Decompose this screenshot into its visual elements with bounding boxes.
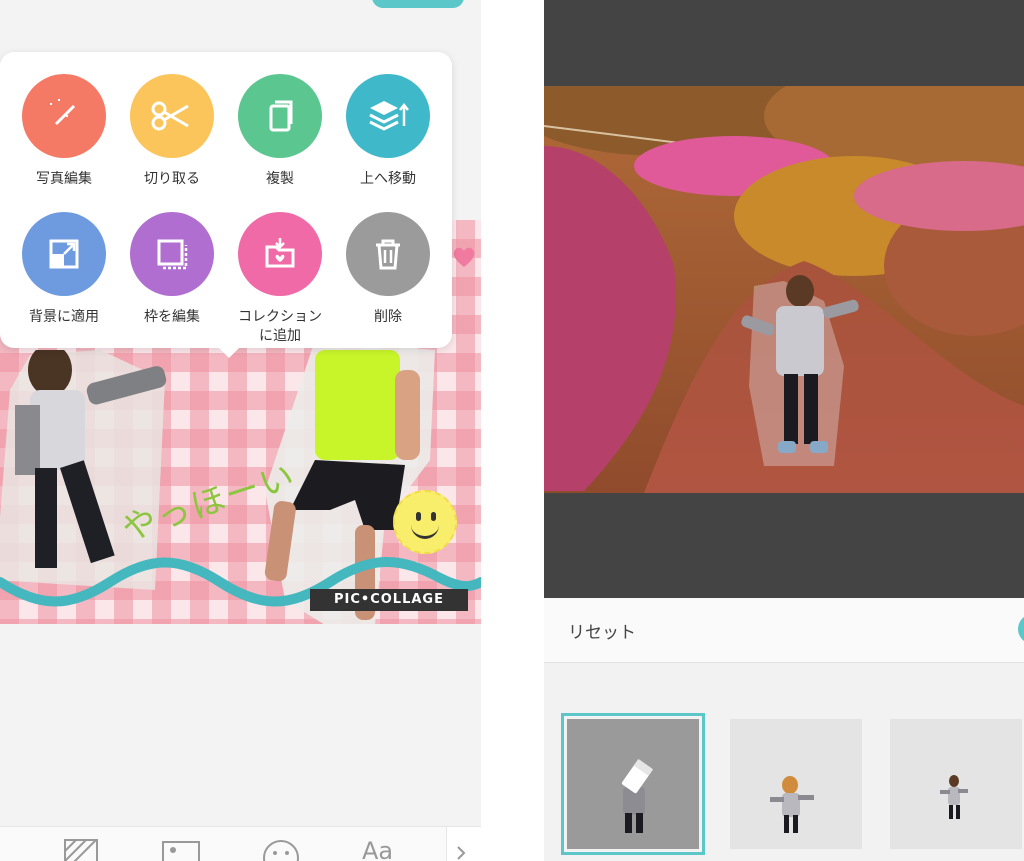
move-up-button[interactable]: 上へ移動: [334, 74, 442, 189]
add-to-collection-button[interactable]: コレクション に追加: [226, 212, 334, 346]
done-button[interactable]: [372, 0, 464, 8]
cut-button[interactable]: 切り取る: [118, 74, 226, 189]
garden-photo-preview[interactable]: [544, 86, 1024, 493]
delete-label: 削除: [374, 309, 402, 325]
cutout-options: [544, 663, 1024, 861]
cut-label: 切り取る: [144, 171, 200, 187]
small-thumb[interactable]: [890, 719, 1022, 849]
photo-edit-label: 写真編集: [36, 171, 92, 187]
delete-button[interactable]: 削除: [334, 212, 442, 327]
duplicate-label: 複製: [266, 171, 294, 187]
sticker-context-menu: 写真編集 切り取る 複製 上へ移動 背景に適用 枠を編集 コレクション に追加 …: [0, 52, 452, 348]
eraser-cutout-preview: [621, 759, 654, 833]
small-cutout-preview: [940, 775, 968, 819]
text-icon[interactable]: Aa: [362, 837, 393, 861]
more-tabs-button[interactable]: [446, 827, 481, 861]
edit-frame-label: 枠を編集: [144, 309, 200, 325]
panel-divider: [481, 0, 544, 861]
duplicate-button[interactable]: 複製: [226, 74, 334, 189]
image-icon[interactable]: [162, 839, 200, 861]
original-cutout-preview: [770, 776, 814, 833]
apply-background-label: 背景に適用: [29, 309, 99, 325]
add-to-collection-label: コレクション に追加: [238, 309, 322, 344]
apply-background-button[interactable]: 背景に適用: [10, 212, 118, 327]
eraser-thumb[interactable]: [561, 713, 705, 855]
collage-editor-panel: やっほーい PIC•COLLAGE 写真編集 切り取る 複製 上へ移動 背景に適…: [0, 0, 481, 861]
heart-sticker[interactable]: [452, 246, 476, 268]
reset-button[interactable]: リセット: [568, 618, 636, 643]
photo-edit-button[interactable]: 写真編集: [10, 74, 118, 189]
original-thumb[interactable]: [730, 719, 862, 849]
context-menu-pointer: [217, 346, 241, 358]
bottom-toolbar: Aa: [0, 826, 481, 861]
collection-add-icon: [238, 212, 322, 296]
reset-bar: リセット: [544, 598, 1024, 663]
pic-collage-watermark: PIC•COLLAGE: [310, 589, 468, 611]
edit-frame-button[interactable]: 枠を編集: [118, 212, 226, 327]
duplicate-icon: [238, 74, 322, 158]
apply-background-icon: [22, 212, 106, 296]
chevron-right-icon: [457, 846, 466, 860]
smiley-sticker[interactable]: [393, 490, 457, 554]
frame-icon: [130, 212, 214, 296]
layer-up-icon: [346, 74, 430, 158]
trash-icon: [346, 212, 430, 296]
confirm-button[interactable]: [1018, 614, 1024, 644]
scissors-icon: [130, 74, 214, 158]
move-up-label: 上へ移動: [360, 171, 416, 187]
sticker-icon[interactable]: [262, 839, 300, 861]
background-icon[interactable]: [64, 839, 98, 861]
magic-wand-icon: [22, 74, 106, 158]
cutout-editor-panel: リセット: [544, 0, 1024, 861]
